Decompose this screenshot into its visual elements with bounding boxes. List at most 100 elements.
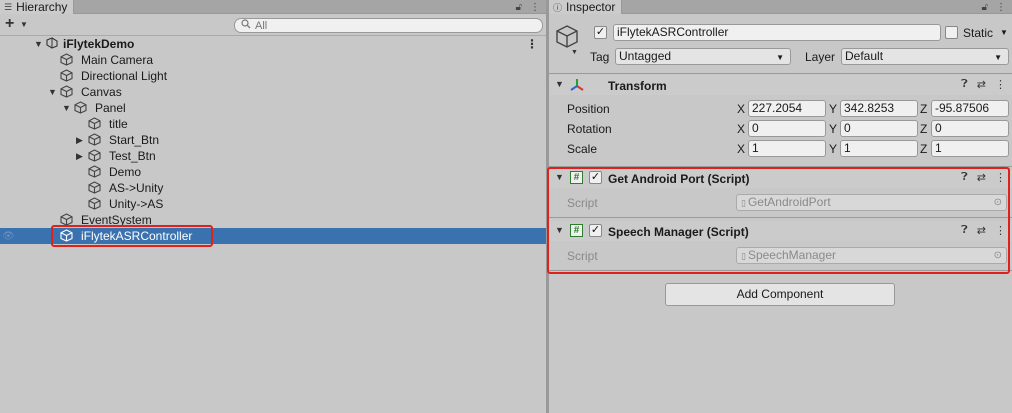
more-menu-icon[interactable]: ⋮	[996, 2, 1006, 13]
chevron-down-icon[interactable]: ▼	[1000, 28, 1008, 37]
active-checkbox[interactable]: ✓	[594, 26, 607, 39]
gameobject-cube-icon	[60, 85, 73, 101]
hierarchy-item-label: Directional Light	[81, 69, 168, 83]
tab-hierarchy-label: Hierarchy	[16, 0, 68, 14]
scale-x-field[interactable]: 1	[748, 140, 826, 157]
presets-icon[interactable]: ⇄	[977, 78, 986, 91]
component-enabled-checkbox[interactable]: ✓	[589, 224, 602, 237]
component-title: Get Android Port (Script)	[608, 172, 750, 186]
hierarchy-item[interactable]: Unity->AS	[0, 196, 546, 212]
component-menu-icon[interactable]: ⋮	[995, 78, 1006, 91]
hierarchy-item[interactable]: Directional Light	[0, 68, 546, 84]
script-label: Script	[567, 196, 598, 210]
script-component-header[interactable]: ▼ # ✓ Speech Manager (Script) ❓︎ ⇄ ⋮	[549, 221, 1012, 241]
script-reference-field[interactable]: ▯ SpeechManager ⊙	[736, 247, 1007, 264]
axis-y-label[interactable]: Y	[829, 142, 837, 156]
scene-menu-icon[interactable]: ⋮	[526, 37, 538, 51]
script-label: Script	[567, 249, 598, 263]
collapsed-arrow-icon[interactable]: ▶	[76, 135, 83, 146]
help-icon[interactable]: ❓︎	[961, 78, 968, 91]
gameobject-cube-icon[interactable]	[554, 23, 580, 49]
component-enabled-checkbox[interactable]: ✓	[589, 171, 602, 184]
chevron-down-icon[interactable]: ▼	[571, 49, 578, 56]
component-menu-icon[interactable]: ⋮	[995, 171, 1006, 184]
layer-value: Default	[845, 49, 884, 63]
hierarchy-item[interactable]: ▶ Start_Btn	[0, 132, 546, 148]
static-checkbox[interactable]	[945, 26, 958, 39]
component-title: Speech Manager (Script)	[608, 225, 749, 239]
position-z-field[interactable]: -95.87506	[931, 100, 1009, 117]
axis-y-label[interactable]: Y	[829, 102, 837, 116]
component-menu-icon[interactable]: ⋮	[995, 224, 1006, 237]
axis-x-label[interactable]: X	[737, 122, 745, 136]
tab-hierarchy[interactable]: ☰ Hierarchy	[0, 0, 75, 14]
hierarchy-item[interactable]: 👁︎ iFlytekASRController	[0, 228, 546, 244]
axis-z-label[interactable]: Z	[920, 102, 927, 116]
help-icon[interactable]: ❓︎	[961, 224, 968, 237]
rotation-y-field[interactable]: 0	[840, 120, 918, 137]
gameobject-cube-icon	[88, 197, 101, 213]
gameobject-cube-icon	[60, 53, 73, 69]
position-x-field[interactable]: 227.2054	[748, 100, 826, 117]
presets-icon[interactable]: ⇄	[977, 224, 986, 237]
help-icon[interactable]: ❓︎	[961, 171, 968, 184]
axis-z-label[interactable]: Z	[920, 142, 927, 156]
axis-z-label[interactable]: Z	[920, 122, 927, 136]
transform-title: Transform	[608, 79, 667, 93]
gameobject-cube-icon	[88, 181, 101, 197]
hierarchy-item[interactable]: ▼ Canvas	[0, 84, 546, 100]
search-input[interactable]	[255, 19, 515, 32]
add-object-icon[interactable]: +	[5, 15, 14, 33]
add-component-button[interactable]: Add Component	[665, 283, 895, 306]
search-icon	[241, 19, 251, 32]
lock-icon[interactable]: 🔓︎	[516, 2, 522, 13]
axis-x-label[interactable]: X	[737, 102, 745, 116]
scene-row[interactable]: ▼ iFlytekDemo ⋮	[0, 36, 546, 52]
transform-header[interactable]: ▼ Transform ❓︎ ⇄ ⋮	[549, 75, 1012, 95]
fold-arrow-icon[interactable]: ▼	[555, 225, 564, 235]
script-component-header[interactable]: ▼ # ✓ Get Android Port (Script) ❓︎ ⇄ ⋮	[549, 168, 1012, 188]
fold-arrow-icon[interactable]: ▼	[555, 172, 564, 182]
lock-icon[interactable]: 🔓︎	[982, 2, 988, 13]
script-value: SpeechManager	[747, 248, 837, 262]
presets-icon[interactable]: ⇄	[977, 171, 986, 184]
hierarchy-item[interactable]: Demo	[0, 164, 546, 180]
scale-y-field[interactable]: 1	[840, 140, 918, 157]
object-picker-icon[interactable]: ⊙	[994, 195, 1002, 210]
hierarchy-item[interactable]: ▶ Test_Btn	[0, 148, 546, 164]
chevron-down-icon[interactable]: ▼	[20, 20, 28, 29]
axis-x-label[interactable]: X	[737, 142, 745, 156]
separator	[549, 166, 1012, 167]
expand-arrow-icon[interactable]: ▼	[34, 39, 43, 49]
hierarchy-item-label: AS->Unity	[109, 181, 164, 195]
axis-y-label[interactable]: Y	[829, 122, 837, 136]
script-reference-field[interactable]: ▯ GetAndroidPort ⊙	[736, 194, 1007, 211]
rotation-z-field[interactable]: 0	[931, 120, 1009, 137]
gameobject-cube-icon	[60, 69, 73, 85]
hierarchy-panel: ☰ Hierarchy 🔓︎ ⋮ + ▼ ▼ iFlytekDemo ⋮ Mai	[0, 0, 546, 413]
rotation-x-field[interactable]: 0	[748, 120, 826, 137]
position-y-field[interactable]: 342.8253	[840, 100, 918, 117]
scale-z-field[interactable]: 1	[931, 140, 1009, 157]
object-name-field[interactable]: iFlytekASRController	[613, 24, 941, 41]
more-menu-icon[interactable]: ⋮	[530, 2, 540, 13]
hierarchy-item[interactable]: AS->Unity	[0, 180, 546, 196]
tag-dropdown[interactable]: Untagged ▼	[615, 48, 791, 65]
object-picker-icon[interactable]: ⊙	[994, 248, 1002, 263]
search-field[interactable]	[234, 18, 543, 33]
visibility-eye-icon[interactable]: 👁︎	[2, 231, 15, 242]
expand-arrow-icon[interactable]: ▼	[62, 103, 71, 113]
scale-label: Scale	[567, 142, 598, 156]
hierarchy-item[interactable]: title	[0, 116, 546, 132]
hierarchy-item[interactable]: EventSystem	[0, 212, 546, 228]
tab-inspector[interactable]: ⓘ Inspector	[549, 0, 623, 14]
script-hash-icon: #	[570, 171, 583, 184]
collapsed-arrow-icon[interactable]: ▶	[76, 151, 83, 162]
fold-arrow-icon[interactable]: ▼	[555, 79, 564, 89]
layer-dropdown[interactable]: Default ▼	[841, 48, 1009, 65]
inspector-panel: ⓘ Inspector 🔓︎ ⋮ ▼ ✓ iFlytekASRControlle…	[547, 0, 1012, 413]
hierarchy-item-label: Canvas	[81, 85, 122, 99]
expand-arrow-icon[interactable]: ▼	[48, 87, 57, 97]
hierarchy-item[interactable]: ▼ Panel	[0, 100, 546, 116]
hierarchy-item[interactable]: Main Camera	[0, 52, 546, 68]
